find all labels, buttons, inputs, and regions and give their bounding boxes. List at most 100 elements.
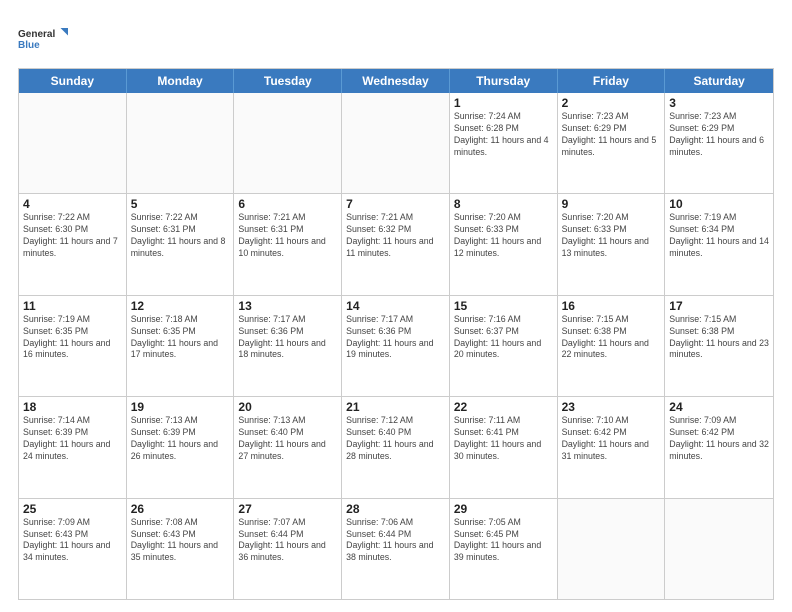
day-number: 19 — [131, 400, 230, 414]
day-info: Sunrise: 7:17 AM Sunset: 6:36 PM Dayligh… — [346, 314, 445, 362]
day-number: 26 — [131, 502, 230, 516]
day-info: Sunrise: 7:21 AM Sunset: 6:31 PM Dayligh… — [238, 212, 337, 260]
day-number: 22 — [454, 400, 553, 414]
calendar-cell: 10Sunrise: 7:19 AM Sunset: 6:34 PM Dayli… — [665, 194, 773, 294]
calendar-cell: 3Sunrise: 7:23 AM Sunset: 6:29 PM Daylig… — [665, 93, 773, 193]
day-info: Sunrise: 7:23 AM Sunset: 6:29 PM Dayligh… — [562, 111, 661, 159]
weekday-header: Wednesday — [342, 69, 450, 93]
day-info: Sunrise: 7:13 AM Sunset: 6:39 PM Dayligh… — [131, 415, 230, 463]
day-info: Sunrise: 7:17 AM Sunset: 6:36 PM Dayligh… — [238, 314, 337, 362]
calendar-cell: 12Sunrise: 7:18 AM Sunset: 6:35 PM Dayli… — [127, 296, 235, 396]
calendar-cell: 11Sunrise: 7:19 AM Sunset: 6:35 PM Dayli… — [19, 296, 127, 396]
calendar-cell: 18Sunrise: 7:14 AM Sunset: 6:39 PM Dayli… — [19, 397, 127, 497]
day-info: Sunrise: 7:23 AM Sunset: 6:29 PM Dayligh… — [669, 111, 769, 159]
day-number: 27 — [238, 502, 337, 516]
calendar-row: 1Sunrise: 7:24 AM Sunset: 6:28 PM Daylig… — [19, 93, 773, 194]
day-info: Sunrise: 7:19 AM Sunset: 6:34 PM Dayligh… — [669, 212, 769, 260]
calendar-cell: 13Sunrise: 7:17 AM Sunset: 6:36 PM Dayli… — [234, 296, 342, 396]
calendar-row: 4Sunrise: 7:22 AM Sunset: 6:30 PM Daylig… — [19, 194, 773, 295]
day-number: 6 — [238, 197, 337, 211]
day-number: 2 — [562, 96, 661, 110]
calendar-cell: 21Sunrise: 7:12 AM Sunset: 6:40 PM Dayli… — [342, 397, 450, 497]
day-info: Sunrise: 7:16 AM Sunset: 6:37 PM Dayligh… — [454, 314, 553, 362]
day-info: Sunrise: 7:10 AM Sunset: 6:42 PM Dayligh… — [562, 415, 661, 463]
svg-text:General: General — [18, 29, 55, 40]
calendar-cell: 22Sunrise: 7:11 AM Sunset: 6:41 PM Dayli… — [450, 397, 558, 497]
calendar-cell: 9Sunrise: 7:20 AM Sunset: 6:33 PM Daylig… — [558, 194, 666, 294]
day-number: 18 — [23, 400, 122, 414]
day-number: 11 — [23, 299, 122, 313]
svg-text:Blue: Blue — [18, 40, 40, 51]
calendar-row: 11Sunrise: 7:19 AM Sunset: 6:35 PM Dayli… — [19, 296, 773, 397]
day-number: 25 — [23, 502, 122, 516]
calendar-cell: 29Sunrise: 7:05 AM Sunset: 6:45 PM Dayli… — [450, 499, 558, 599]
calendar-cell: 1Sunrise: 7:24 AM Sunset: 6:28 PM Daylig… — [450, 93, 558, 193]
day-number: 12 — [131, 299, 230, 313]
calendar-cell: 26Sunrise: 7:08 AM Sunset: 6:43 PM Dayli… — [127, 499, 235, 599]
calendar-cell — [19, 93, 127, 193]
day-info: Sunrise: 7:15 AM Sunset: 6:38 PM Dayligh… — [562, 314, 661, 362]
day-number: 5 — [131, 197, 230, 211]
calendar-cell — [127, 93, 235, 193]
day-number: 9 — [562, 197, 661, 211]
day-number: 23 — [562, 400, 661, 414]
day-number: 28 — [346, 502, 445, 516]
day-info: Sunrise: 7:11 AM Sunset: 6:41 PM Dayligh… — [454, 415, 553, 463]
day-info: Sunrise: 7:14 AM Sunset: 6:39 PM Dayligh… — [23, 415, 122, 463]
calendar-cell: 15Sunrise: 7:16 AM Sunset: 6:37 PM Dayli… — [450, 296, 558, 396]
day-number: 8 — [454, 197, 553, 211]
day-info: Sunrise: 7:21 AM Sunset: 6:32 PM Dayligh… — [346, 212, 445, 260]
day-number: 1 — [454, 96, 553, 110]
day-info: Sunrise: 7:05 AM Sunset: 6:45 PM Dayligh… — [454, 517, 553, 565]
calendar-cell: 7Sunrise: 7:21 AM Sunset: 6:32 PM Daylig… — [342, 194, 450, 294]
day-number: 16 — [562, 299, 661, 313]
day-number: 15 — [454, 299, 553, 313]
day-info: Sunrise: 7:09 AM Sunset: 6:43 PM Dayligh… — [23, 517, 122, 565]
day-number: 17 — [669, 299, 769, 313]
calendar-cell: 6Sunrise: 7:21 AM Sunset: 6:31 PM Daylig… — [234, 194, 342, 294]
day-info: Sunrise: 7:06 AM Sunset: 6:44 PM Dayligh… — [346, 517, 445, 565]
day-info: Sunrise: 7:18 AM Sunset: 6:35 PM Dayligh… — [131, 314, 230, 362]
calendar-cell: 23Sunrise: 7:10 AM Sunset: 6:42 PM Dayli… — [558, 397, 666, 497]
calendar-cell: 19Sunrise: 7:13 AM Sunset: 6:39 PM Dayli… — [127, 397, 235, 497]
calendar-row: 18Sunrise: 7:14 AM Sunset: 6:39 PM Dayli… — [19, 397, 773, 498]
weekday-header: Sunday — [19, 69, 127, 93]
day-info: Sunrise: 7:22 AM Sunset: 6:30 PM Dayligh… — [23, 212, 122, 260]
logo-svg: General Blue — [18, 18, 68, 58]
weekday-header: Thursday — [450, 69, 558, 93]
day-number: 7 — [346, 197, 445, 211]
day-info: Sunrise: 7:15 AM Sunset: 6:38 PM Dayligh… — [669, 314, 769, 362]
calendar-cell — [665, 499, 773, 599]
calendar-cell — [342, 93, 450, 193]
day-info: Sunrise: 7:09 AM Sunset: 6:42 PM Dayligh… — [669, 415, 769, 463]
calendar-row: 25Sunrise: 7:09 AM Sunset: 6:43 PM Dayli… — [19, 499, 773, 599]
day-number: 10 — [669, 197, 769, 211]
day-number: 29 — [454, 502, 553, 516]
calendar: SundayMondayTuesdayWednesdayThursdayFrid… — [18, 68, 774, 600]
calendar-cell: 8Sunrise: 7:20 AM Sunset: 6:33 PM Daylig… — [450, 194, 558, 294]
calendar-cell: 20Sunrise: 7:13 AM Sunset: 6:40 PM Dayli… — [234, 397, 342, 497]
weekday-header: Tuesday — [234, 69, 342, 93]
weekday-header: Friday — [558, 69, 666, 93]
day-info: Sunrise: 7:20 AM Sunset: 6:33 PM Dayligh… — [562, 212, 661, 260]
day-info: Sunrise: 7:22 AM Sunset: 6:31 PM Dayligh… — [131, 212, 230, 260]
day-number: 21 — [346, 400, 445, 414]
day-info: Sunrise: 7:19 AM Sunset: 6:35 PM Dayligh… — [23, 314, 122, 362]
calendar-cell — [234, 93, 342, 193]
calendar-cell: 27Sunrise: 7:07 AM Sunset: 6:44 PM Dayli… — [234, 499, 342, 599]
day-info: Sunrise: 7:13 AM Sunset: 6:40 PM Dayligh… — [238, 415, 337, 463]
page-header: General Blue — [18, 18, 774, 58]
day-number: 3 — [669, 96, 769, 110]
calendar-header-row: SundayMondayTuesdayWednesdayThursdayFrid… — [19, 69, 773, 93]
calendar-cell: 5Sunrise: 7:22 AM Sunset: 6:31 PM Daylig… — [127, 194, 235, 294]
logo: General Blue — [18, 18, 68, 58]
calendar-cell: 28Sunrise: 7:06 AM Sunset: 6:44 PM Dayli… — [342, 499, 450, 599]
day-info: Sunrise: 7:20 AM Sunset: 6:33 PM Dayligh… — [454, 212, 553, 260]
calendar-body: 1Sunrise: 7:24 AM Sunset: 6:28 PM Daylig… — [19, 93, 773, 599]
day-number: 20 — [238, 400, 337, 414]
day-info: Sunrise: 7:07 AM Sunset: 6:44 PM Dayligh… — [238, 517, 337, 565]
calendar-cell: 24Sunrise: 7:09 AM Sunset: 6:42 PM Dayli… — [665, 397, 773, 497]
calendar-cell: 16Sunrise: 7:15 AM Sunset: 6:38 PM Dayli… — [558, 296, 666, 396]
calendar-cell — [558, 499, 666, 599]
calendar-cell: 4Sunrise: 7:22 AM Sunset: 6:30 PM Daylig… — [19, 194, 127, 294]
